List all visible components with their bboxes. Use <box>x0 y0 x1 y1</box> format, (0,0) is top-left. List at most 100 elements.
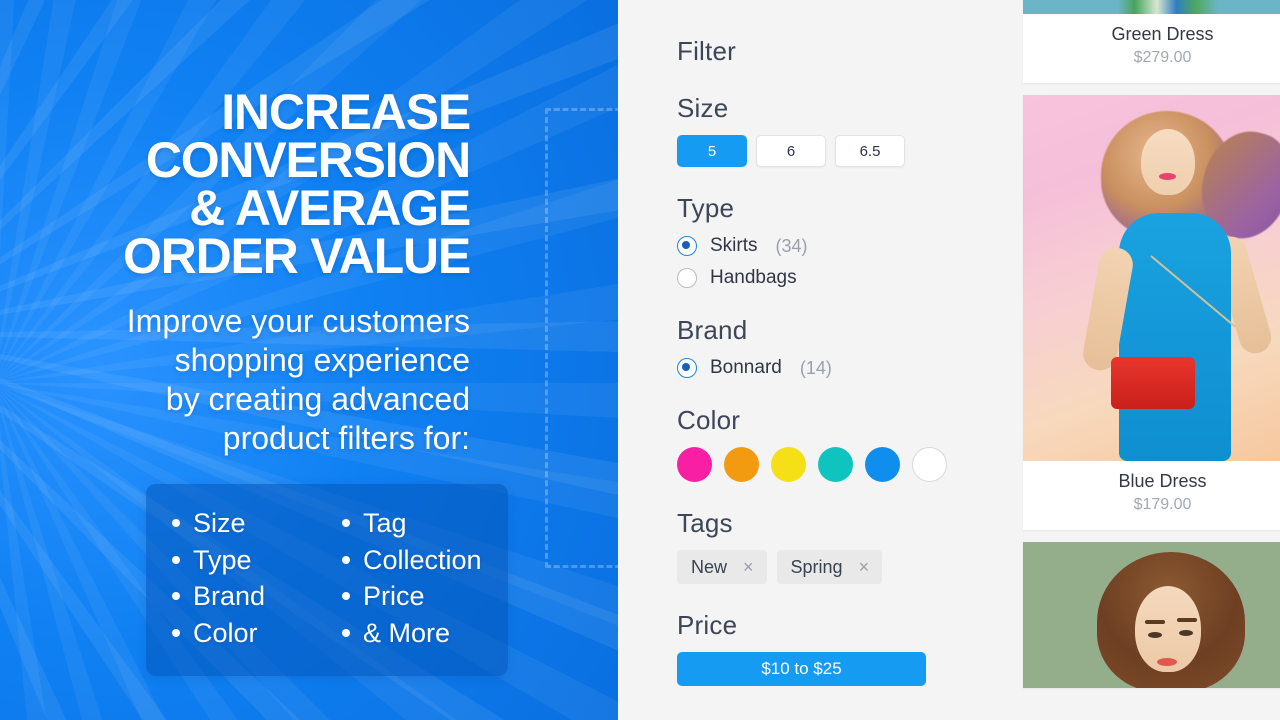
product-name: Green Dress <box>1111 24 1214 44</box>
bullet-dot-icon <box>172 628 180 637</box>
product-name: Blue Dress <box>1118 471 1207 491</box>
product-info: Blue Dress $179.00 <box>1023 461 1280 530</box>
size-option-6[interactable]: 6 <box>756 135 826 167</box>
bullet-dot-icon <box>342 592 350 601</box>
headline-line-3: & AVERAGE <box>189 180 471 236</box>
feature-item: Size <box>172 506 312 541</box>
product-card-green-dress[interactable]: Green Dress $279.00 <box>1023 0 1280 83</box>
filter-section-type: Type Skirts (34) Handbags <box>677 193 1001 289</box>
size-option-5[interactable]: 5 <box>677 135 747 167</box>
headline-line-2: CONVERSION <box>145 132 471 188</box>
model-eyebrow-left <box>1145 620 1165 624</box>
feature-item: Price <box>342 579 482 614</box>
radio-checked-icon[interactable] <box>677 358 697 378</box>
color-swatch-yellow[interactable] <box>771 447 806 482</box>
product-card-blue-dress[interactable]: Blue Dress $179.00 <box>1023 95 1280 530</box>
red-handbag <box>1111 357 1195 409</box>
feature-item: Tag <box>342 506 482 541</box>
color-swatch-magenta[interactable] <box>677 447 712 482</box>
feature-item: Brand <box>172 579 312 614</box>
feature-list-column-left: Size Type Brand Color <box>172 506 312 652</box>
headline-line-1: INCREASE <box>221 84 471 140</box>
radio-unchecked-icon[interactable] <box>677 268 697 288</box>
filter-section-price: Price $10 to $25 <box>677 610 1001 686</box>
model-eye-left <box>1148 632 1162 638</box>
color-swatch-blue[interactable] <box>865 447 900 482</box>
model-face <box>1141 129 1195 195</box>
product-price: $179.00 <box>1133 496 1192 513</box>
feature-label: Size <box>193 508 246 539</box>
product-card-third[interactable] <box>1023 542 1280 688</box>
brand-option-count: (14) <box>799 357 832 378</box>
feature-item: Color <box>172 616 312 651</box>
subheading-line-4: product filters for: <box>222 420 470 457</box>
tag-chip-spring[interactable]: Spring × <box>776 550 883 584</box>
promo-subheading: Improve your customers shopping experien… <box>127 302 470 458</box>
type-option-skirts[interactable]: Skirts (34) <box>677 235 1001 257</box>
color-swatch-orange[interactable] <box>724 447 759 482</box>
subheading-line-1: Improve your customers <box>126 303 470 339</box>
tags-section-title: Tags <box>677 508 733 538</box>
close-icon[interactable]: × <box>859 558 870 576</box>
type-option-handbags[interactable]: Handbags <box>677 267 1001 289</box>
brand-option-label: Bonnard <box>710 357 782 378</box>
filter-panel-title: Filter <box>677 36 736 66</box>
filter-section-tags: Tags New × Spring × <box>677 508 1001 584</box>
product-list[interactable]: Green Dress $279.00 Blue Dress $179.00 <box>1001 0 1280 720</box>
model-lips <box>1159 173 1176 180</box>
subheading-line-3: by creating advanced <box>165 381 470 418</box>
feature-label: Price <box>363 581 425 612</box>
size-option-6-5[interactable]: 6.5 <box>835 135 905 167</box>
feature-item: & More <box>342 616 482 651</box>
headline-line-4: ORDER VALUE <box>122 228 471 284</box>
promo-headline: INCREASE CONVERSION & AVERAGE ORDER VALU… <box>122 84 471 284</box>
filter-section-size: Size 5 6 6.5 <box>677 93 1001 167</box>
feature-label: Color <box>193 617 258 648</box>
price-range-button[interactable]: $10 to $25 <box>677 652 926 686</box>
close-icon[interactable]: × <box>743 558 754 576</box>
model-eye-right <box>1179 630 1193 636</box>
brand-option-bonnard[interactable]: Bonnard (14) <box>677 357 1001 379</box>
bullet-dot-icon <box>342 519 350 528</box>
feature-label: & More <box>363 617 451 648</box>
feature-item: Type <box>172 543 312 578</box>
size-section-title: Size <box>677 93 729 123</box>
radio-checked-icon[interactable] <box>677 236 697 256</box>
feature-label: Brand <box>193 581 266 612</box>
type-option-label: Handbags <box>710 267 797 288</box>
type-option-label: Skirts <box>710 235 758 256</box>
color-swatch-white[interactable] <box>912 447 947 482</box>
feature-list-column-right: Tag Collection Price & More <box>342 506 482 652</box>
bullet-dot-icon <box>342 555 350 564</box>
model-eyebrow-right <box>1177 618 1197 622</box>
blue-dress-garment <box>1119 213 1231 461</box>
promo-panel: INCREASE CONVERSION & AVERAGE ORDER VALU… <box>0 0 618 720</box>
feature-item: Collection <box>342 543 482 578</box>
tag-label: Spring <box>790 556 843 577</box>
product-price: $279.00 <box>1133 49 1192 66</box>
model-lips <box>1157 658 1177 666</box>
tag-chips: New × Spring × <box>677 550 1001 584</box>
bullet-dot-icon <box>342 628 350 637</box>
size-options: 5 6 6.5 <box>677 135 1001 167</box>
filter-section-color: Color <box>677 405 1001 482</box>
product-image-blue-dress <box>1023 95 1280 461</box>
color-swatches <box>677 447 1001 482</box>
product-image-green-dress <box>1023 0 1280 14</box>
subheading-line-2: shopping experience <box>174 342 470 379</box>
type-section-title: Type <box>677 193 735 223</box>
product-image-third <box>1023 542 1280 688</box>
filter-panel: Filter Size 5 6 6.5 Type Skirts (34) Han… <box>618 0 1001 720</box>
product-info: Green Dress $279.00 <box>1023 14 1280 83</box>
tag-label: New <box>691 556 728 577</box>
color-swatch-teal[interactable] <box>818 447 853 482</box>
brand-section-title: Brand <box>677 315 748 345</box>
bullet-dot-icon <box>172 519 180 528</box>
tag-chip-new[interactable]: New × <box>677 550 767 584</box>
price-section-title: Price <box>677 610 738 640</box>
bullet-dot-icon <box>172 592 180 601</box>
app-screen: INCREASE CONVERSION & AVERAGE ORDER VALU… <box>0 0 1280 720</box>
feature-label: Tag <box>363 508 407 539</box>
type-option-count: (34) <box>775 235 808 256</box>
bullet-dot-icon <box>172 555 180 564</box>
